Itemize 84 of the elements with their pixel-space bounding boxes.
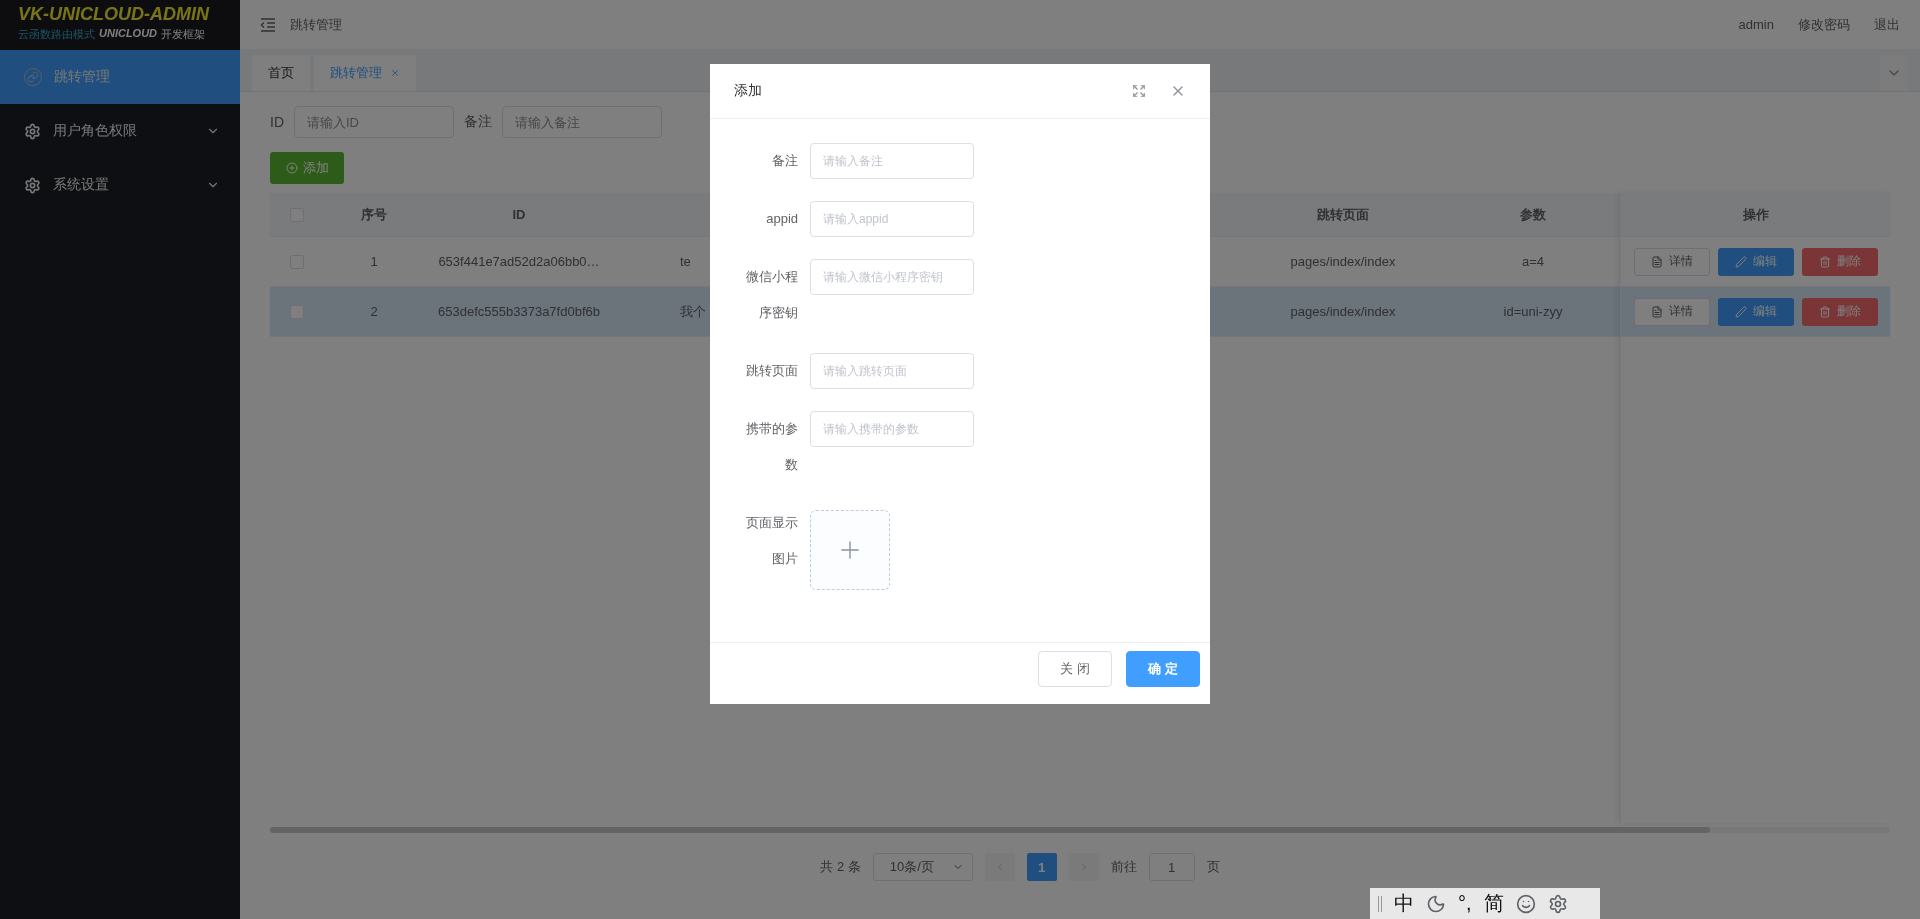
- column-header: 序号: [360, 205, 388, 224]
- form-label: 页面显示: [746, 514, 798, 532]
- form-label: appid: [766, 210, 798, 228]
- text-input[interactable]: 请输入备注: [810, 143, 974, 179]
- sidebar-item[interactable]: 跳转管理: [0, 50, 240, 104]
- fullscreen-icon[interactable]: [1132, 84, 1146, 98]
- detail-button[interactable]: 详情: [1633, 247, 1710, 276]
- table-cell-text: a=4: [1520, 254, 1546, 269]
- edit-button[interactable]: 编辑: [1717, 297, 1794, 326]
- header-link[interactable]: 修改密码: [1798, 15, 1850, 34]
- sidebar-item-label: 用户角色权限: [53, 122, 138, 140]
- table-cell-text: 1: [369, 254, 379, 269]
- plus-circle-icon: [285, 162, 298, 174]
- delete-button[interactable]: 删除: [1801, 297, 1878, 326]
- text-input[interactable]: 请输入携带的参数: [810, 411, 974, 447]
- settings-icon[interactable]: [1547, 893, 1568, 914]
- goto-page-input[interactable]: 1: [1148, 853, 1195, 881]
- form-label: 跳转页面: [746, 362, 798, 380]
- settings-icon: [24, 176, 41, 194]
- sidebar-item-label: 跳转管理: [54, 68, 111, 86]
- form-label: 携带的参: [746, 420, 798, 438]
- form-label: 数: [785, 456, 798, 474]
- column-header: ID: [511, 207, 527, 222]
- pen-icon: [1734, 305, 1747, 318]
- table-cell-text: pages/index/index: [1289, 254, 1397, 269]
- add-button[interactable]: 添加: [270, 152, 344, 184]
- header-link[interactable]: admin: [1738, 17, 1774, 32]
- ime-mode-text[interactable]: 简: [1483, 890, 1504, 917]
- breadcrumb[interactable]: 跳转管理: [290, 15, 1715, 34]
- total-count: 共 2 条: [820, 858, 861, 876]
- trash-icon: [1818, 255, 1831, 268]
- sidebar-item[interactable]: 系统设置: [0, 158, 240, 212]
- sidebar-item-label: 系统设置: [53, 176, 110, 194]
- fold-menu-icon[interactable]: [260, 17, 276, 32]
- table-cell: 我个: [680, 302, 706, 321]
- document-icon: [1650, 255, 1663, 268]
- logo-subtitle: UNICLOUD: [99, 27, 158, 41]
- logo-title: VK-UNICLOUD-ADMIN: [18, 4, 211, 25]
- tabs-more-button[interactable]: [1880, 55, 1908, 91]
- edit-button[interactable]: 编辑: [1717, 247, 1794, 276]
- page-tab[interactable]: 跳转管理: [314, 55, 416, 91]
- goto-suffix: 页: [1206, 858, 1220, 876]
- table-cell-text: 653defc555b3373a7fd0bf6b: [437, 304, 601, 319]
- table-cell: te: [680, 254, 691, 269]
- close-button[interactable]: 关 闭: [1038, 650, 1112, 687]
- table-cell-text: 653f441e7ad52d2a06bb0…: [437, 254, 601, 269]
- column-header: 跳转页面: [1316, 205, 1370, 224]
- column-header: 参数: [1519, 205, 1547, 224]
- text-input[interactable]: 请输入微信小程序密钥: [810, 259, 974, 295]
- form-label: 微信小程: [746, 268, 798, 286]
- logo-subtitle: 云函数路由模式: [18, 27, 95, 42]
- settings-icon: [24, 122, 41, 140]
- pen-icon: [1734, 255, 1747, 268]
- document-icon: [1650, 305, 1663, 318]
- moon-icon[interactable]: [1426, 893, 1446, 914]
- ime-mode-text[interactable]: °,: [1458, 892, 1472, 915]
- form-label: 备注: [772, 152, 798, 170]
- trash-icon: [1818, 305, 1831, 318]
- form-label: 图片: [772, 550, 798, 568]
- table-cell-text: id=uni-zyy: [1502, 304, 1564, 319]
- delete-button[interactable]: 删除: [1801, 247, 1878, 276]
- filter-label: 备注: [464, 113, 492, 131]
- text-input[interactable]: 请输入跳转页面: [810, 353, 974, 389]
- text-input[interactable]: 请输入appid: [810, 201, 974, 237]
- form-label: 序密钥: [759, 304, 798, 322]
- column-header: 操作: [1742, 205, 1769, 224]
- logo-subtitle: 开发框架: [161, 27, 206, 42]
- goto-label: 前往: [1110, 858, 1137, 876]
- image-upload[interactable]: [810, 510, 890, 590]
- sidebar-item[interactable]: 用户角色权限: [0, 104, 240, 158]
- detail-button[interactable]: 详情: [1633, 297, 1710, 326]
- page-tab[interactable]: 首页: [252, 55, 310, 91]
- dialog-title: 添加: [734, 82, 763, 100]
- page-number[interactable]: 1: [1026, 853, 1057, 881]
- header-link[interactable]: 退出: [1874, 15, 1900, 34]
- horizontal-scrollbar[interactable]: [270, 827, 1890, 833]
- table-cell-text: pages/index/index: [1289, 304, 1397, 319]
- filter-label: ID: [270, 114, 284, 130]
- ime-mode-text[interactable]: 中: [1394, 890, 1414, 917]
- close-icon[interactable]: [390, 68, 400, 78]
- table-cell-text: 2: [369, 304, 379, 319]
- smiley-icon[interactable]: [1515, 893, 1536, 914]
- page-size-select[interactable]: 10条/页: [872, 853, 973, 881]
- confirm-button[interactable]: 确 定: [1126, 650, 1200, 687]
